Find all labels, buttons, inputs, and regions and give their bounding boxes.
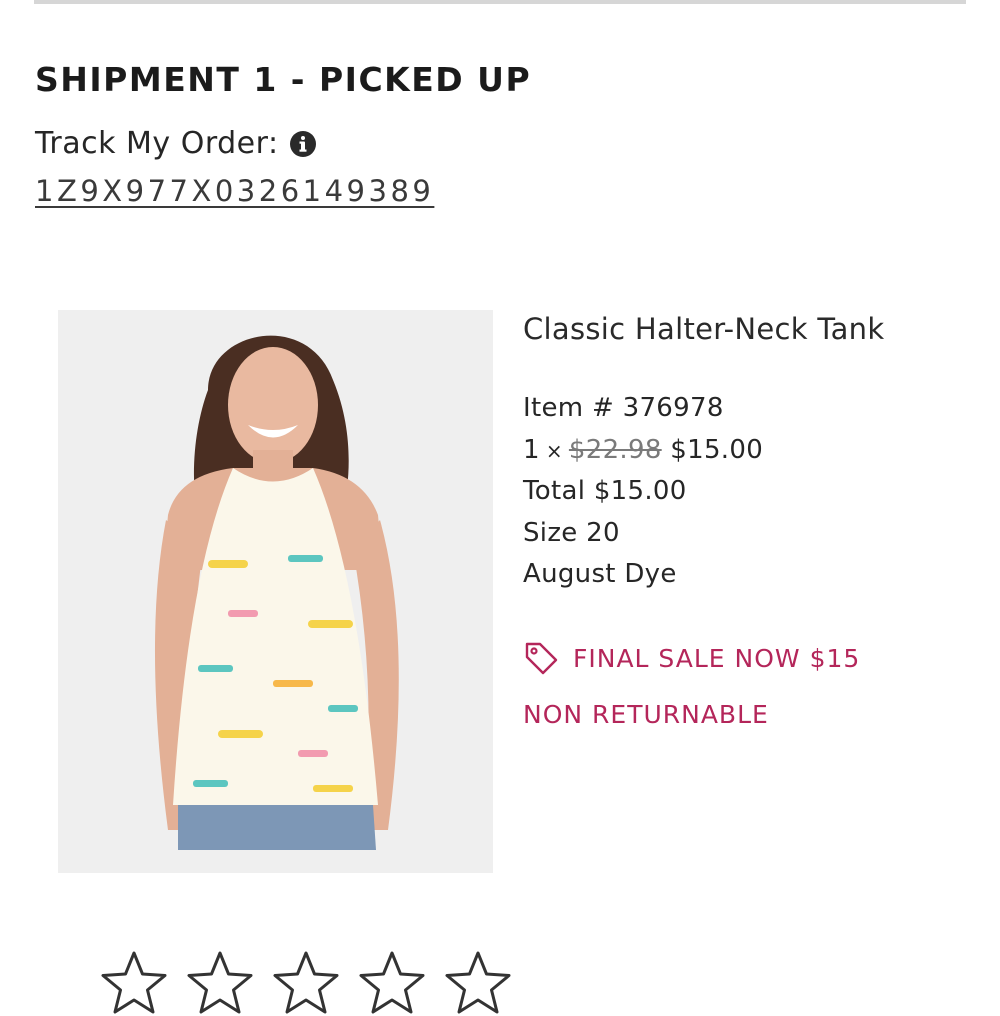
total-label: Total (523, 476, 586, 506)
tracking-number-link[interactable]: 1Z9X977X0326149389 (35, 174, 434, 208)
non-returnable-text: NON RETURNABLE (523, 700, 769, 729)
star-icon[interactable] (444, 950, 512, 1016)
track-order-label: Track My Order: (35, 126, 279, 161)
total-line: Total $15.00 (523, 471, 973, 513)
original-price: $22.98 (568, 434, 662, 465)
product-image[interactable] (58, 310, 493, 873)
shipment-title: SHIPMENT 1 - PICKED UP (35, 60, 532, 99)
size-value: 20 (586, 517, 620, 548)
quantity-symbol: × (545, 438, 563, 463)
star-icon[interactable] (358, 950, 426, 1016)
final-sale-notice: FINAL SALE NOW $15 (523, 640, 860, 676)
total-value: $15.00 (593, 476, 687, 506)
item-number: 376978 (622, 393, 724, 423)
star-rating (100, 950, 512, 1016)
track-order-row: Track My Order: (35, 126, 317, 161)
sale-price: $15.00 (670, 434, 764, 465)
item-number-line: Item # 376978 (523, 388, 973, 430)
product-details: Classic Halter-Neck Tank Item # 376978 1… (523, 310, 973, 596)
item-number-label: Item # (523, 393, 615, 423)
color-line: August Dye (523, 559, 677, 589)
info-icon[interactable] (289, 130, 317, 158)
product-name[interactable]: Classic Halter-Neck Tank (523, 312, 973, 346)
top-divider (34, 0, 966, 4)
size-line: Size 20 (523, 513, 973, 555)
quantity: 1 (523, 434, 540, 465)
size-label: Size (523, 517, 578, 548)
price-line: 1 × $22.98 $15.00 (523, 430, 973, 472)
star-icon[interactable] (272, 950, 340, 1016)
final-sale-text: FINAL SALE NOW $15 (573, 643, 861, 673)
price-tag-icon (523, 640, 559, 676)
star-icon[interactable] (186, 950, 254, 1016)
product-detail-lines: Item # 376978 1 × $22.98 $15.00 Total $15.… (523, 388, 973, 596)
star-icon[interactable] (100, 950, 168, 1016)
